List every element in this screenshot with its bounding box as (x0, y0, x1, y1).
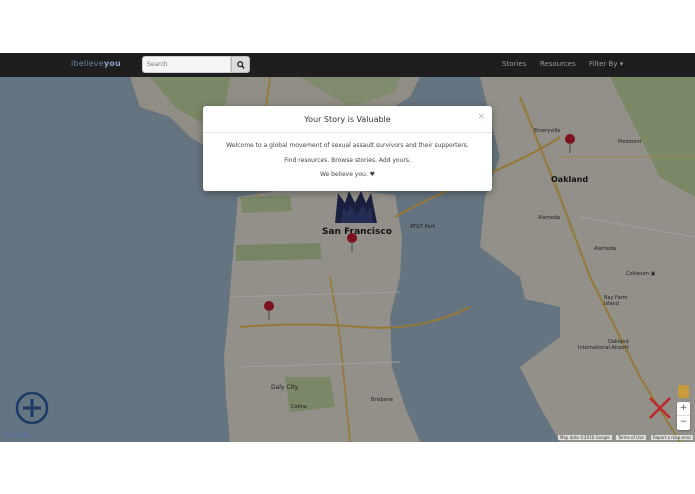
zoom-out-button[interactable]: − (677, 416, 690, 430)
map-zoom-control: + − (677, 402, 690, 430)
search-icon (236, 60, 245, 69)
modal-welcome-text: Welcome to a global movement of sexual a… (226, 142, 469, 149)
search-button[interactable] (231, 56, 250, 73)
nav-stories[interactable]: Stories (502, 60, 526, 68)
search-form (142, 56, 250, 73)
modal-tagline-text: Find resources. Browse stories. Add your… (284, 157, 411, 164)
map-attribution: Map data ©2016 Google (558, 435, 612, 440)
brand-logo[interactable]: ibelieveyou (71, 59, 121, 68)
report-map-error-link[interactable]: Report a map error (651, 435, 694, 440)
nav-resources[interactable]: Resources (540, 60, 576, 68)
welcome-modal: Your Story is Valuable × Welcome to a gl… (203, 106, 492, 191)
app-frame: ibelieveyou Stories Resources Filter By … (0, 0, 695, 494)
modal-title: Your Story is Valuable (304, 115, 391, 124)
add-story-button[interactable] (15, 391, 49, 425)
modal-belief-text: We believe you. ♥ (319, 171, 376, 178)
clear-filter-x-icon[interactable] (648, 396, 672, 420)
street-view-pegman-icon[interactable] (678, 385, 689, 398)
google-logo[interactable]: Google (3, 431, 31, 439)
terms-link[interactable]: Terms of Use (616, 435, 646, 440)
modal-close-button[interactable]: × (477, 112, 485, 122)
top-navbar: ibelieveyou Stories Resources Filter By … (0, 53, 695, 77)
zoom-in-button[interactable]: + (677, 402, 690, 416)
nav-filter-dropdown[interactable]: Filter By ▾ (589, 60, 623, 68)
search-input[interactable] (142, 56, 231, 73)
modal-header: Your Story is Valuable × (203, 106, 492, 133)
